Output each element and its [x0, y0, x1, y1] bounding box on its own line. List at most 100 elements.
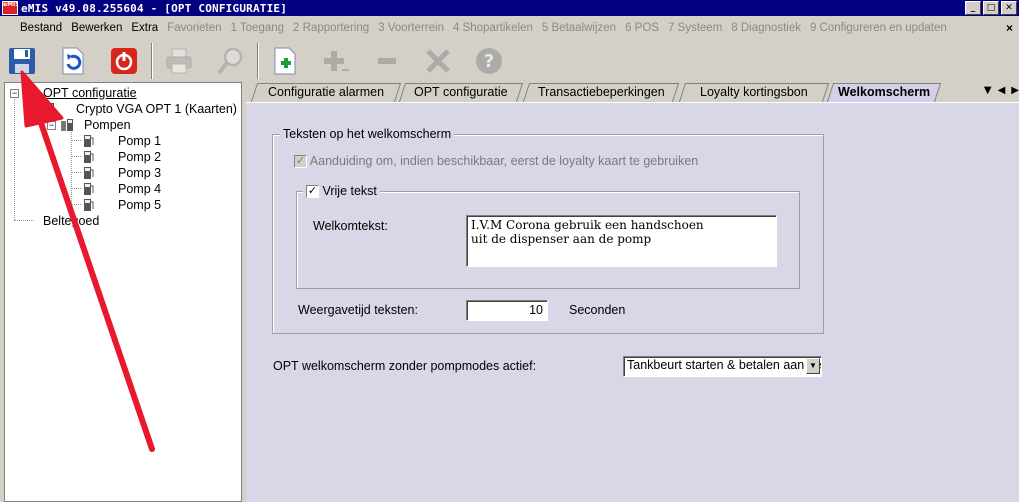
tree-item-pomp-4[interactable]: Pomp 4: [81, 181, 161, 197]
power-icon: [111, 48, 137, 74]
display-time-label: Weergavetijd teksten:: [298, 303, 418, 317]
printer-icon: [166, 48, 192, 74]
tree-guide-line: [14, 220, 34, 221]
tools-button[interactable]: [420, 43, 456, 79]
tree-guide-line: [14, 96, 15, 220]
tab-scroll-right-icon[interactable]: ▶: [1011, 85, 1019, 96]
tree-guide-line: [71, 140, 81, 141]
remove-button[interactable]: [369, 43, 405, 79]
tree-item-pomp-5[interactable]: Pomp 5: [81, 197, 161, 213]
tree-label: Beltegoed: [43, 214, 100, 228]
exit-button[interactable]: [106, 43, 142, 79]
undo-icon: [62, 47, 84, 75]
tree-label: Pomp 1: [118, 134, 162, 148]
tab-configuratie-alarmen[interactable]: Configuratie alarmen: [250, 83, 402, 102]
menu-configureren[interactable]: 9 Configureren en updaten: [810, 22, 947, 34]
svg-text:?: ?: [484, 51, 494, 72]
new-button[interactable]: [267, 43, 303, 79]
welcome-text-label: Welkomtekst:: [313, 219, 388, 233]
collapse-icon[interactable]: −: [29, 104, 38, 114]
menu-diagnostiek[interactable]: 8 Diagnostiek: [731, 22, 801, 34]
menu-bestand[interactable]: Bestand: [20, 22, 62, 34]
tree-label: Pomp 2: [118, 150, 162, 164]
fuel-pump-icon: [84, 167, 94, 179]
tree-item-crypto-vga[interactable]: − Crypto VGA OPT 1 (Kaarten): [29, 101, 237, 117]
tree-guide-line: [71, 204, 81, 205]
minus-icon: [378, 58, 396, 64]
loyalty-checkbox-box[interactable]: ✓: [294, 155, 307, 169]
collapse-icon[interactable]: −: [10, 88, 19, 98]
welcome-texts-group-title: Teksten op het welkomscherm: [280, 127, 455, 141]
menu-extra[interactable]: Extra: [131, 22, 158, 34]
card-terminal-icon: [44, 103, 54, 115]
menu-systeem[interactable]: 7 Systeem: [668, 22, 722, 34]
tab-loyalty-kortingsbon[interactable]: Loyalty kortingsbon: [678, 83, 830, 102]
help-icon: ?: [476, 48, 502, 74]
free-text-checkbox-label: Vrije tekst: [322, 184, 377, 198]
menu-bar: Bestand Bewerken Extra Favorieten 1 Toeg…: [0, 18, 1019, 38]
fuel-pump-icon: [84, 183, 94, 195]
tab-label: Loyalty kortingsbon: [700, 85, 808, 99]
loyalty-checkbox[interactable]: ✓ Aanduiding om, indien beschikbaar, eer…: [294, 154, 698, 169]
maximize-button[interactable]: □: [983, 1, 999, 15]
app-logo-icon: eMIS: [2, 1, 18, 15]
tab-welkomscherm[interactable]: Welkomscherm: [826, 83, 942, 102]
menu-rapportering[interactable]: 2 Rapportering: [293, 22, 369, 34]
tab-strip: Configuratie alarmen OPT configuratie Tr…: [246, 82, 1019, 102]
search-button[interactable]: [212, 43, 248, 79]
undo-button[interactable]: [55, 43, 91, 79]
menu-toegang[interactable]: 1 Toegang: [231, 22, 285, 34]
fuel-pump-icon: [84, 199, 94, 211]
plus-icon: [324, 51, 349, 71]
toolbar-separator: [151, 43, 153, 79]
minimize-button[interactable]: _: [965, 1, 981, 15]
menu-favorieten[interactable]: Favorieten: [167, 22, 221, 34]
tree-guide-line: [71, 172, 81, 173]
fuel-pump-icon: [84, 135, 94, 147]
tab-transactiebeperkingen[interactable]: Transactiebeperkingen: [522, 83, 680, 102]
chevron-down-icon[interactable]: ▼: [806, 358, 820, 374]
tab-opt-configuratie[interactable]: OPT configuratie: [398, 83, 524, 102]
tree-item-beltegoed[interactable]: Beltegoed: [43, 213, 99, 229]
print-button[interactable]: [161, 43, 197, 79]
tab-label: OPT configuratie: [414, 85, 508, 99]
tools-icon: [426, 49, 450, 73]
save-button[interactable]: [4, 43, 40, 79]
collapse-icon[interactable]: −: [47, 120, 56, 130]
menu-shopartikelen[interactable]: 4 Shopartikelen: [453, 22, 533, 34]
tree-item-opt-configuratie[interactable]: − OPT configuratie: [10, 85, 137, 101]
tab-list-dropdown-icon[interactable]: ▼: [984, 85, 992, 96]
tree-label: Pomp 3: [118, 166, 162, 180]
help-button[interactable]: ?: [471, 43, 507, 79]
tab-label: Configuratie alarmen: [267, 85, 385, 99]
no-pump-mode-select[interactable]: Tankbeurt starten & betalen aan de pomp …: [623, 356, 822, 377]
tree-item-pomp-2[interactable]: Pomp 2: [81, 149, 161, 165]
welcome-text-input[interactable]: I.V.M Corona gebruik een handschoen uit …: [466, 215, 777, 267]
add-button[interactable]: [318, 43, 354, 79]
close-button[interactable]: ✕: [1001, 1, 1017, 15]
tree-item-pompen[interactable]: − Pompen: [47, 117, 131, 133]
tab-label: Welkomscherm: [837, 85, 931, 99]
toolbar-separator: [257, 43, 259, 79]
free-text-checkbox[interactable]: ✓ Vrije tekst: [303, 184, 380, 199]
tree-item-pomp-3[interactable]: Pomp 3: [81, 165, 161, 181]
title-bar: eMIS eMIS v49.08.255604 - [OPT CONFIGURA…: [0, 0, 1019, 16]
magnifier-icon: [217, 47, 243, 75]
mdi-close-icon[interactable]: ×: [1006, 21, 1013, 35]
tree-item-pomp-1[interactable]: Pomp 1: [81, 133, 161, 149]
opt-terminal-icon: [26, 87, 34, 99]
menu-betaalwijzen[interactable]: 5 Betaalwijzen: [542, 22, 616, 34]
menu-bewerken[interactable]: Bewerken: [71, 22, 122, 34]
menu-voorterrein[interactable]: 3 Voorterrein: [378, 22, 444, 34]
free-text-checkbox-box[interactable]: ✓: [306, 185, 319, 199]
tree-label: Pomp 4: [118, 182, 162, 196]
tree-guide-line: [71, 156, 81, 157]
menu-pos[interactable]: 6 POS: [625, 22, 659, 34]
tab-scroll-left-icon[interactable]: ◀: [998, 85, 1006, 96]
tab-label: Transactiebeperkingen: [537, 85, 665, 99]
tree-guide-line: [71, 188, 81, 189]
tree-label: Pompen: [84, 118, 131, 132]
tree-label: OPT configuratie: [43, 86, 137, 100]
display-time-input[interactable]: 10: [466, 300, 548, 321]
floppy-disk-icon: [9, 48, 35, 74]
